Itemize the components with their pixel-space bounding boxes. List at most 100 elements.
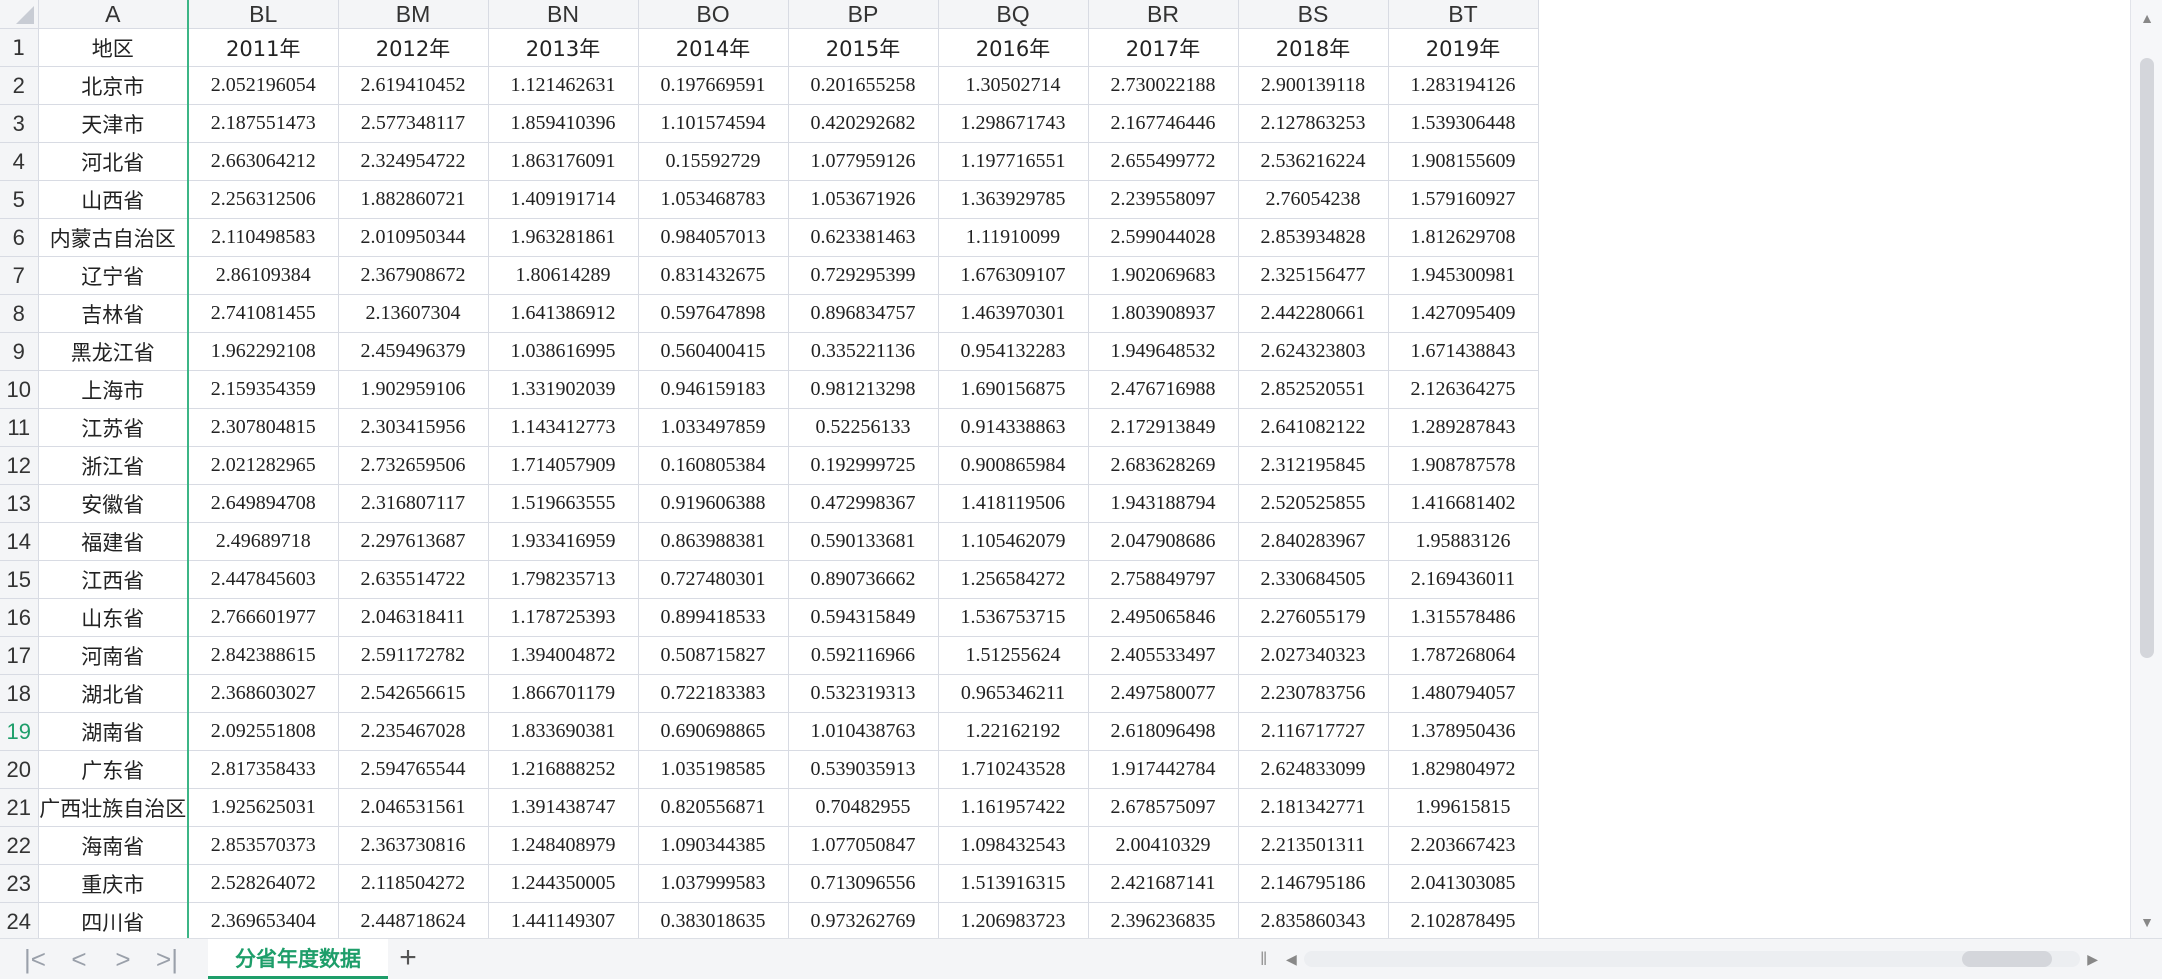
cell-value[interactable]: 0.197669591 xyxy=(638,66,789,105)
cell-value[interactable]: 0.472998367 xyxy=(788,484,939,523)
row-header[interactable]: 15 xyxy=(0,560,39,599)
cell-value[interactable]: 1.513916315 xyxy=(938,864,1089,903)
cell-value[interactable]: 1.882860721 xyxy=(338,180,489,219)
scroll-left-icon[interactable]: ◀ xyxy=(1286,947,1297,971)
cell-value[interactable]: 1.391438747 xyxy=(488,788,639,827)
cell-value[interactable]: 1.925625031 xyxy=(188,788,339,827)
cell-region[interactable]: 河北省 xyxy=(38,142,189,181)
cell-value[interactable]: 1.197716551 xyxy=(938,142,1089,181)
column-header-bm[interactable]: BM xyxy=(338,0,489,29)
cell-value[interactable]: 1.121462631 xyxy=(488,66,639,105)
column-header-bs[interactable]: BS xyxy=(1238,0,1389,29)
column-header-bo[interactable]: BO xyxy=(638,0,789,29)
cell-region[interactable]: 上海市 xyxy=(38,370,189,409)
cell-value[interactable]: 1.037999583 xyxy=(638,864,789,903)
cell-value[interactable]: 0.383018635 xyxy=(638,902,789,938)
cell-region[interactable]: 广东省 xyxy=(38,750,189,789)
cell-value[interactable]: 2.758849797 xyxy=(1088,560,1239,599)
cell-value[interactable]: 0.729295399 xyxy=(788,256,939,295)
cell-value[interactable]: 2.599044028 xyxy=(1088,218,1239,257)
cell-value[interactable]: 1.035198585 xyxy=(638,750,789,789)
cell-value[interactable]: 1.22162192 xyxy=(938,712,1089,751)
cell-year[interactable]: 2016年 xyxy=(938,28,1089,67)
cell-year[interactable]: 2012年 xyxy=(338,28,489,67)
cell-value[interactable]: 2.741081455 xyxy=(188,294,339,333)
cell-value[interactable]: 2.102878495 xyxy=(1388,902,1539,938)
cell-region[interactable]: 辽宁省 xyxy=(38,256,189,295)
cell-value[interactable]: 0.335221136 xyxy=(788,332,939,371)
cell-value[interactable]: 2.027340323 xyxy=(1238,636,1389,675)
cell-value[interactable]: 1.945300981 xyxy=(1388,256,1539,295)
cell-value[interactable]: 2.235467028 xyxy=(338,712,489,751)
cell-value[interactable]: 2.316807117 xyxy=(338,484,489,523)
cell-value[interactable]: 2.303415956 xyxy=(338,408,489,447)
cell-value[interactable]: 0.863988381 xyxy=(638,522,789,561)
cell-region[interactable]: 湖南省 xyxy=(38,712,189,751)
cell-value[interactable]: 0.899418533 xyxy=(638,598,789,637)
cell-value[interactable]: 1.866701179 xyxy=(488,674,639,713)
row-header[interactable]: 6 xyxy=(0,218,39,257)
cell-value[interactable]: 1.178725393 xyxy=(488,598,639,637)
cell-value[interactable]: 0.713096556 xyxy=(788,864,939,903)
cell-year[interactable]: 2017年 xyxy=(1088,28,1239,67)
cell-value[interactable]: 1.331902039 xyxy=(488,370,639,409)
cell-value[interactable]: 1.298671743 xyxy=(938,104,1089,143)
cell-value[interactable]: 1.11910099 xyxy=(938,218,1089,257)
cell-value[interactable]: 1.690156875 xyxy=(938,370,1089,409)
cell-value[interactable]: 1.077050847 xyxy=(788,826,939,865)
cell-value[interactable]: 2.459496379 xyxy=(338,332,489,371)
cell-value[interactable]: 2.239558097 xyxy=(1088,180,1239,219)
next-sheet-icon[interactable]: > xyxy=(106,943,140,975)
cell-region[interactable]: 山东省 xyxy=(38,598,189,637)
cell-value[interactable]: 0.890736662 xyxy=(788,560,939,599)
cell-value[interactable]: 2.405533497 xyxy=(1088,636,1239,675)
cell-region[interactable]: 江苏省 xyxy=(38,408,189,447)
cell-value[interactable]: 0.201655258 xyxy=(788,66,939,105)
cell-value[interactable]: 2.297613687 xyxy=(338,522,489,561)
cell-value[interactable]: 1.51255624 xyxy=(938,636,1089,675)
cell-value[interactable]: 2.520525855 xyxy=(1238,484,1389,523)
cell-value[interactable]: 1.077959126 xyxy=(788,142,939,181)
cell-value[interactable]: 2.624833099 xyxy=(1238,750,1389,789)
cell-value[interactable]: 1.416681402 xyxy=(1388,484,1539,523)
row-header[interactable]: 16 xyxy=(0,598,39,637)
first-sheet-icon[interactable]: |< xyxy=(18,943,52,975)
cell-value[interactable]: 0.722183383 xyxy=(638,674,789,713)
cell-value[interactable]: 2.256312506 xyxy=(188,180,339,219)
cell-value[interactable]: 0.160805384 xyxy=(638,446,789,485)
row-header[interactable]: 19 xyxy=(0,712,39,751)
cell-year[interactable]: 2015年 xyxy=(788,28,939,67)
cell-value[interactable]: 1.30502714 xyxy=(938,66,1089,105)
cell-value[interactable]: 0.597647898 xyxy=(638,294,789,333)
row-header[interactable]: 24 xyxy=(0,902,39,938)
cell-value[interactable]: 1.480794057 xyxy=(1388,674,1539,713)
cell-region[interactable]: 浙江省 xyxy=(38,446,189,485)
cell-value[interactable]: 2.900139118 xyxy=(1238,66,1389,105)
cell-value[interactable]: 1.963281861 xyxy=(488,218,639,257)
cell-value[interactable]: 2.146795186 xyxy=(1238,864,1389,903)
column-header-a[interactable]: A xyxy=(38,0,189,29)
row-header[interactable]: 13 xyxy=(0,484,39,523)
column-header-bt[interactable]: BT xyxy=(1388,0,1539,29)
cell-value[interactable]: 0.914338863 xyxy=(938,408,1089,447)
cell-value[interactable]: 2.126364275 xyxy=(1388,370,1539,409)
cell-value[interactable]: 2.678575097 xyxy=(1088,788,1239,827)
column-header-br[interactable]: BR xyxy=(1088,0,1239,29)
cell-value[interactable]: 0.727480301 xyxy=(638,560,789,599)
cell-value[interactable]: 1.105462079 xyxy=(938,522,1089,561)
cell-value[interactable]: 0.946159183 xyxy=(638,370,789,409)
row-header[interactable]: 23 xyxy=(0,864,39,903)
cell-region[interactable]: 江西省 xyxy=(38,560,189,599)
cell-value[interactable]: 2.116717727 xyxy=(1238,712,1389,751)
cell-value[interactable]: 2.448718624 xyxy=(338,902,489,938)
cell-value[interactable]: 1.143412773 xyxy=(488,408,639,447)
add-sheet-icon[interactable]: + xyxy=(390,941,426,977)
cell-value[interactable]: 1.859410396 xyxy=(488,104,639,143)
cell-value[interactable]: 1.579160927 xyxy=(1388,180,1539,219)
cell-value[interactable]: 0.831432675 xyxy=(638,256,789,295)
cell-value[interactable]: 1.908787578 xyxy=(1388,446,1539,485)
cell-value[interactable]: 1.053468783 xyxy=(638,180,789,219)
cell-value[interactable]: 0.15592729 xyxy=(638,142,789,181)
row-header[interactable]: 3 xyxy=(0,104,39,143)
row-header[interactable]: 21 xyxy=(0,788,39,827)
